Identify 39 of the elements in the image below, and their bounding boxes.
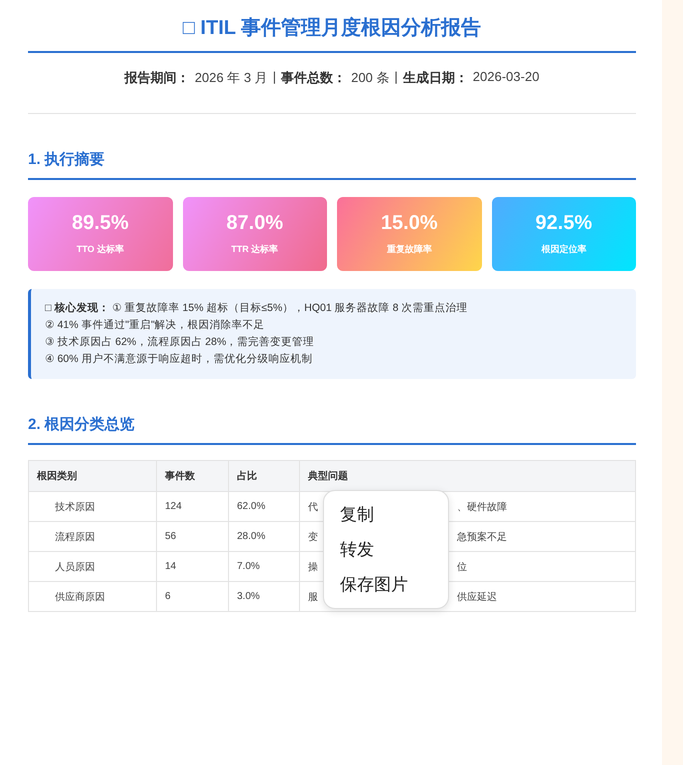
meta-value: 2026-03-20 [472, 69, 540, 86]
table-cell: 技术原因 [28, 492, 156, 522]
section-heading: 2. 根因分类总览 [28, 415, 636, 445]
kpi-value: 92.5% [535, 212, 592, 235]
meta-value: 200 条 [351, 69, 390, 87]
meta-label: 报告期间： [124, 69, 190, 87]
table-cell: 124 [156, 492, 228, 522]
finding-text: ④ 60% 用户不满意源于响应超时，需优化分级响应机制 [45, 352, 314, 367]
kpi-value: 15.0% [380, 212, 438, 235]
kpi-label: TTO 达标率 [76, 243, 124, 256]
column-header: 根因类别 [28, 460, 156, 492]
separator: | [272, 69, 276, 86]
separator: | [394, 69, 398, 86]
column-header: 典型问题 [300, 460, 636, 492]
table-cell: 供应商原因 [28, 582, 156, 612]
table-cell: 流程原因 [28, 522, 156, 552]
kpi-value: 89.5% [72, 212, 129, 235]
column-header: 事件数 [156, 460, 228, 492]
table-cell: 人员原因 [28, 552, 156, 582]
table-cell: 6 [156, 582, 228, 612]
kpi-label: TTR 达标率 [231, 243, 278, 256]
section-heading: 1. 执行摘要 [28, 150, 636, 180]
kpi-value: 87.0% [226, 212, 284, 235]
report-title: □ ITIL 事件管理月度根因分析报告 [28, 14, 636, 53]
kpi-label: 根因定位率 [541, 243, 586, 256]
table-cell: 14 [156, 552, 228, 582]
meta-label: 事件总数： [281, 69, 346, 87]
finding-text: ② 41% 事件通过"重启"解决，根因消除率不足 [45, 318, 266, 333]
column-header: 占比 [228, 460, 300, 492]
finding-text: □ 核心发现： ① 重复故障率 15% 超标（目标≤5%），HQ01 服务器故障 8 次需重点治理 [45, 300, 468, 316]
meta-label: 生成日期： [402, 69, 468, 87]
finding-text: ③ 技术原因占 62%，流程原因占 28%，需完善变更管理 [45, 335, 316, 350]
table-cell: 3.0% [228, 582, 300, 612]
table-cell: 56 [156, 522, 228, 552]
table-cell: 62.0% [228, 492, 300, 522]
table-cell: 28.0% [228, 522, 300, 552]
kpi-label: 重复故障率 [386, 243, 432, 256]
table-cell: 7.0% [228, 552, 300, 582]
meta-value: 2026 年 3 月 [194, 69, 268, 87]
